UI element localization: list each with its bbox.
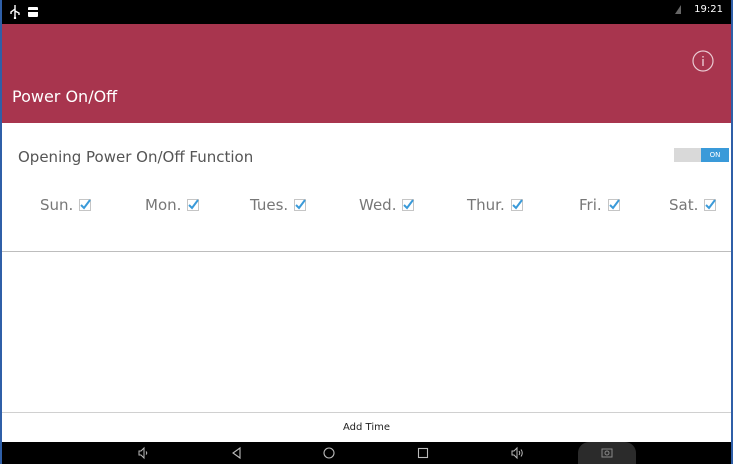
status-bar: 19:21	[2, 0, 731, 24]
day-tues[interactable]: Tues.	[250, 196, 307, 214]
status-right: 19:21	[674, 4, 723, 15]
checkbox-checked-icon[interactable]	[510, 199, 523, 211]
usb-icon	[10, 5, 20, 19]
checkbox-checked-icon[interactable]	[402, 199, 415, 211]
day-label: Fri.	[579, 196, 602, 214]
checkbox-checked-icon[interactable]	[294, 199, 307, 211]
add-time-button[interactable]: Add Time	[2, 413, 731, 442]
toggle-off-track	[674, 148, 701, 162]
status-clock: 19:21	[694, 4, 723, 15]
power-function-label: Opening Power On/Off Function	[18, 148, 254, 166]
day-label: Sun.	[40, 196, 74, 214]
day-thur[interactable]: Thur.	[467, 196, 523, 214]
power-function-row: Opening Power On/Off Function ON	[2, 124, 731, 196]
volume-up-icon[interactable]	[510, 446, 524, 460]
weekday-row: Sun. Mon. Tues. Wed. Thur. Fri. Sat.	[2, 196, 731, 228]
navigation-bar	[2, 442, 731, 464]
divider	[2, 251, 731, 252]
day-label: Sat.	[669, 196, 699, 214]
day-label: Mon.	[145, 196, 182, 214]
screenshot-icon[interactable]	[600, 446, 614, 460]
day-label: Tues.	[250, 196, 289, 214]
page-title: Power On/Off	[12, 87, 118, 106]
day-label: Thur.	[467, 196, 505, 214]
recents-icon[interactable]	[416, 446, 430, 460]
checkbox-checked-icon[interactable]	[704, 199, 717, 211]
day-mon[interactable]: Mon.	[145, 196, 200, 214]
day-fri[interactable]: Fri.	[579, 196, 620, 214]
app-window: 19:21 Power On/Off Opening Power On/Off …	[0, 0, 733, 464]
day-sat[interactable]: Sat.	[669, 196, 717, 214]
app-bar: Power On/Off	[2, 24, 731, 123]
checkbox-checked-icon[interactable]	[79, 199, 92, 211]
volume-down-icon[interactable]	[136, 446, 150, 460]
power-function-toggle[interactable]: ON	[674, 148, 729, 162]
back-icon[interactable]	[230, 446, 244, 460]
checkbox-checked-icon[interactable]	[187, 199, 200, 211]
info-icon[interactable]	[691, 49, 715, 73]
checkbox-checked-icon[interactable]	[607, 199, 620, 211]
signal-icon	[675, 5, 682, 14]
status-left	[10, 5, 38, 19]
day-wed[interactable]: Wed.	[359, 196, 415, 214]
day-label: Wed.	[359, 196, 397, 214]
notification-icon	[28, 7, 38, 17]
day-sun[interactable]: Sun.	[40, 196, 92, 214]
toggle-on-label: ON	[701, 148, 729, 162]
home-icon[interactable]	[322, 446, 336, 460]
